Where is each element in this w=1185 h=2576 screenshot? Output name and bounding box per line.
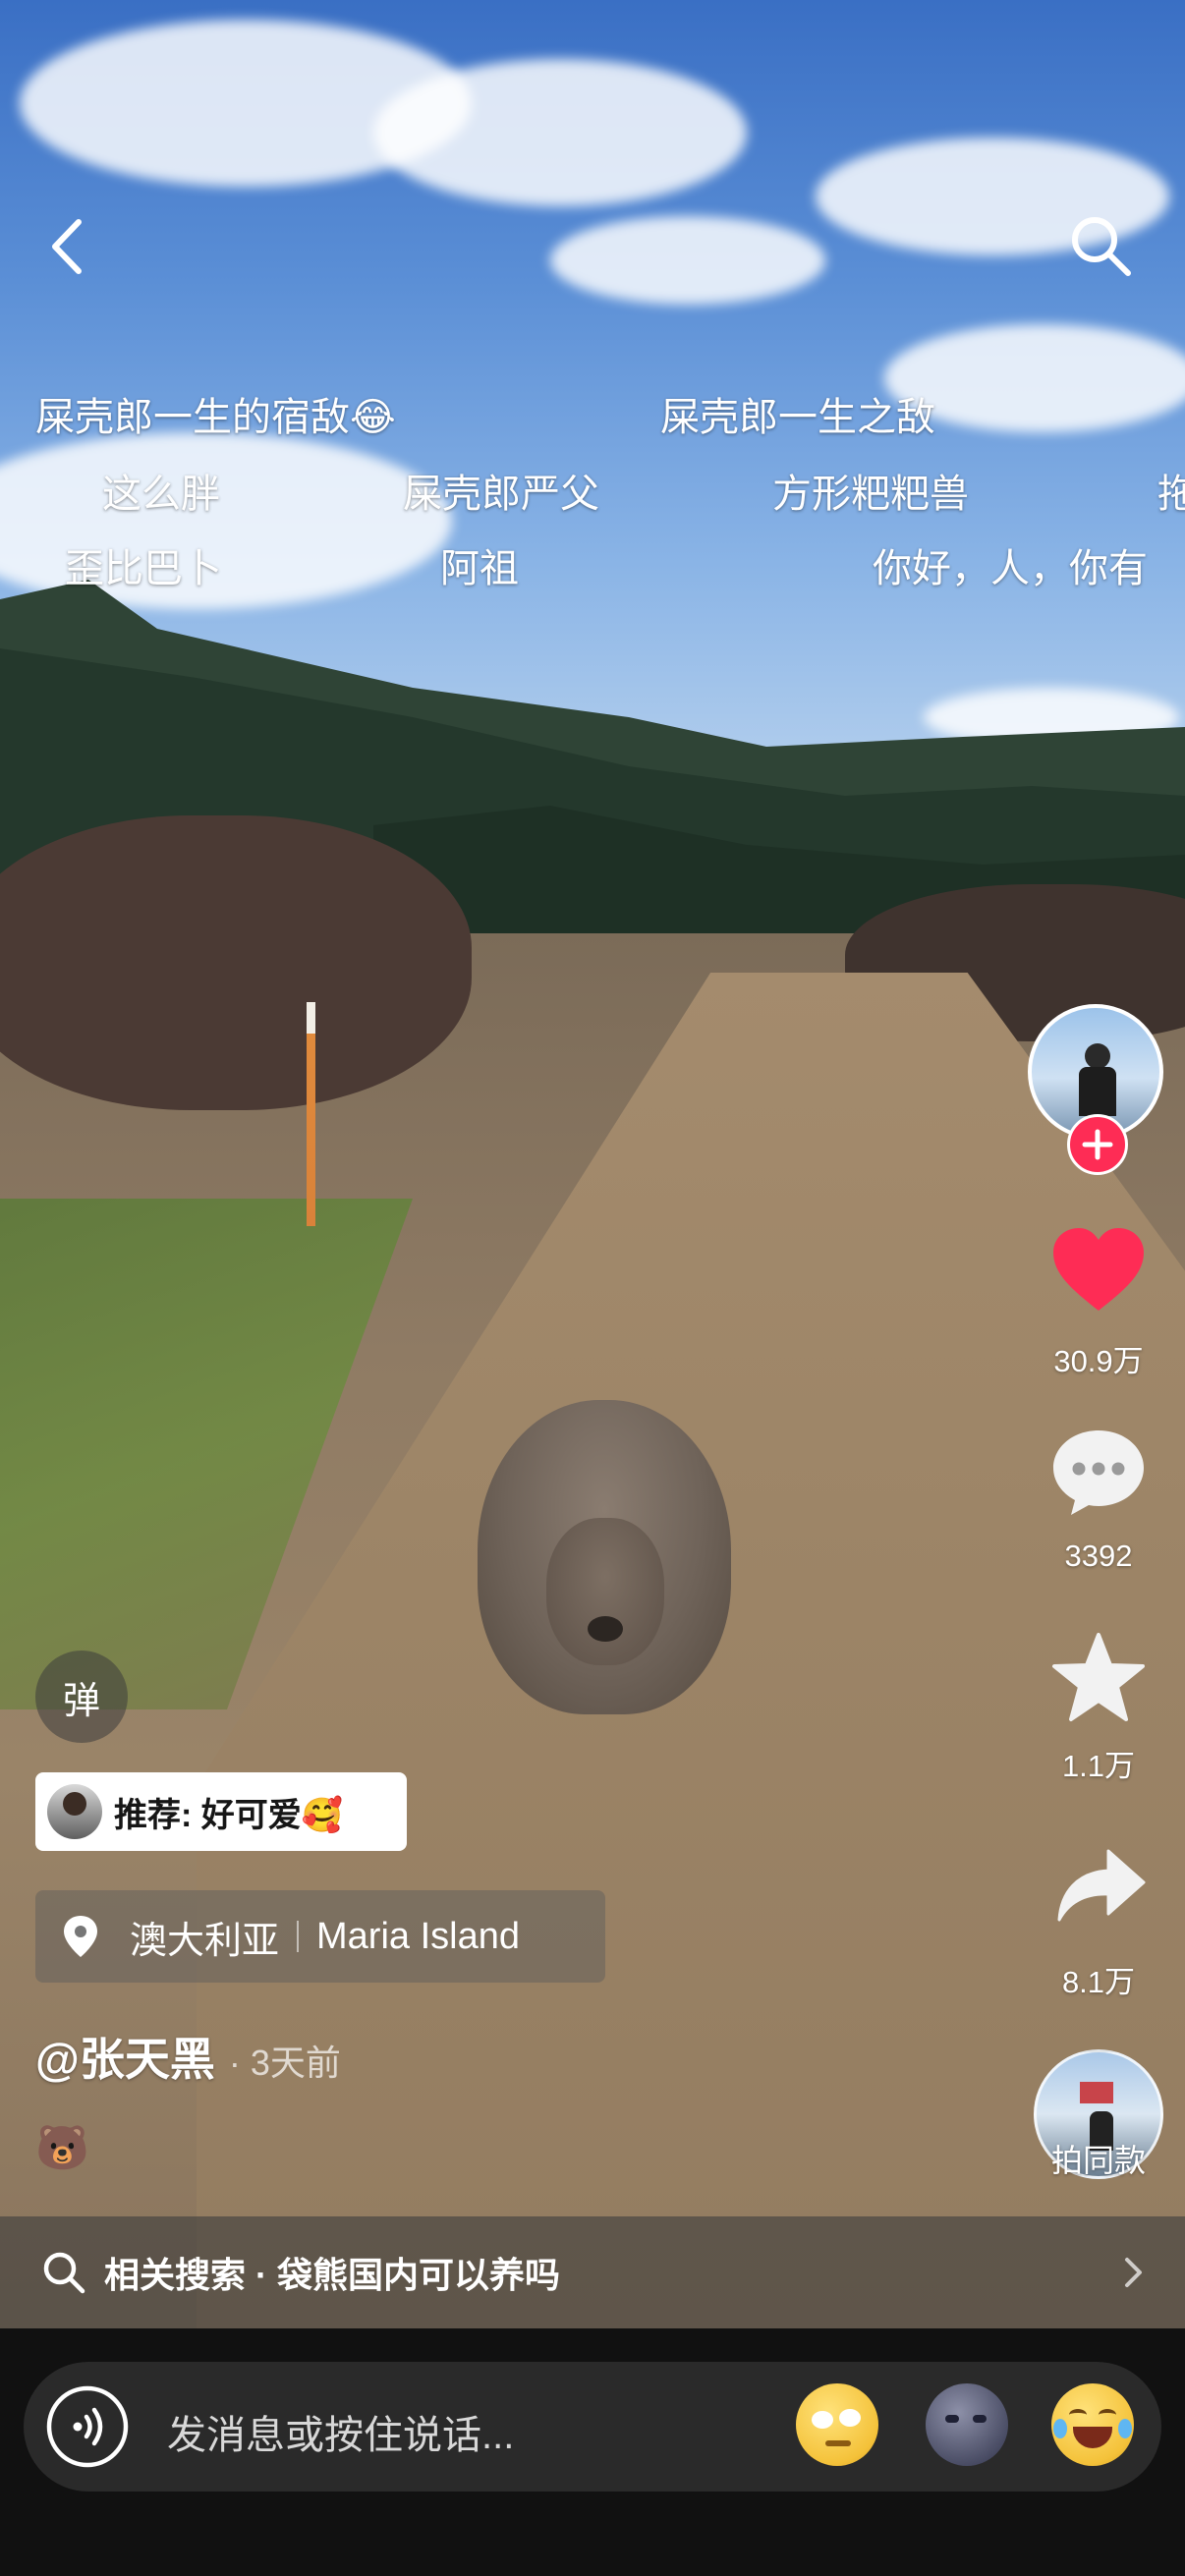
- danmu-comment: 这么胖: [102, 473, 220, 516]
- follow-button[interactable]: [1067, 1114, 1128, 1175]
- emoji-eye: [1069, 2409, 1087, 2421]
- emoji-eye: [1099, 2409, 1116, 2421]
- avatar-person-head: [1085, 1043, 1110, 1069]
- related-search-prefix: 相关搜索: [104, 2255, 247, 2295]
- moon-face-emoji-icon[interactable]: [926, 2383, 1008, 2466]
- emoji-mouth: [1073, 2427, 1112, 2448]
- tears-of-joy-emoji-icon[interactable]: [1051, 2383, 1134, 2466]
- video-caption: 🐻: [35, 2124, 89, 2172]
- favorite-count: 1.1万: [1061, 1749, 1136, 1783]
- search-small-icon: [43, 2252, 85, 2294]
- like-heart-icon[interactable]: [1049, 1226, 1148, 1315]
- danmu-comment: 拖: [1157, 473, 1185, 516]
- voice-input-icon[interactable]: [45, 2384, 130, 2469]
- wombat: [478, 1400, 731, 1714]
- emoji-mouth: [825, 2440, 851, 2446]
- back-icon[interactable]: [43, 216, 90, 277]
- comment-icon[interactable]: [1049, 1427, 1148, 1517]
- favorite-star-icon[interactable]: [1049, 1631, 1148, 1725]
- emoji-eye: [812, 2411, 833, 2429]
- emoji-eye: [839, 2409, 861, 2427]
- location-country: 澳大利亚: [130, 1920, 280, 1962]
- cloud: [550, 216, 825, 305]
- related-search-query: · 袋熊国内可以养吗: [255, 2255, 561, 2295]
- danmu-comment: 方形粑粑兽: [772, 473, 969, 516]
- location-divider: [297, 1921, 300, 1952]
- location-pin-icon: [64, 1916, 97, 1957]
- emoji-eye: [945, 2415, 959, 2423]
- plus-icon: [1082, 1129, 1113, 1160]
- emoji-tear: [1053, 2419, 1067, 2438]
- danmu-toggle-button[interactable]: 弹: [35, 1651, 128, 1743]
- danmu-toggle-label: 弹: [62, 1680, 100, 1722]
- eye-roll-emoji-icon[interactable]: [796, 2383, 878, 2466]
- danmu-comment: 你好，人，你有: [873, 547, 1148, 590]
- post-time: · 3天前: [228, 2043, 341, 2083]
- message-placeholder: 发消息或按住说话...: [167, 2414, 515, 2457]
- message-input-box[interactable]: 发消息或按住说话...: [24, 2362, 1161, 2492]
- danmu-comment: 歪比巴卜: [65, 547, 222, 590]
- danmu-comment: 屎壳郎严父: [403, 473, 599, 516]
- author-line: @张天黑 · 3天前: [35, 2024, 341, 2089]
- location-place: Maria Island: [316, 1915, 520, 1957]
- related-search-bar[interactable]: 相关搜索 · 袋熊国内可以养吗: [0, 2216, 1185, 2328]
- danmu-comment: 阿祖: [440, 547, 519, 590]
- flag-thumbnail: [1080, 2082, 1113, 2103]
- author-name[interactable]: @张天黑: [35, 2024, 215, 2089]
- location-tag[interactable]: 澳大利亚 Maria Island: [35, 1890, 605, 1983]
- search-icon[interactable]: [1067, 212, 1134, 279]
- share-arrow-icon[interactable]: [1055, 1847, 1148, 1926]
- chevron-right-icon: [1125, 2258, 1142, 2287]
- same-style-label: 拍同款: [1050, 2143, 1146, 2178]
- danmu-comment: 屎壳郎一生的宿敌😂: [35, 396, 396, 439]
- share-count: 8.1万: [1061, 1965, 1136, 1999]
- marker-post: [307, 1002, 315, 1226]
- avatar-person-body: [1079, 1067, 1116, 1116]
- wombat-face: [546, 1518, 664, 1665]
- recommender-avatar: [47, 1784, 102, 1839]
- recommend-tag[interactable]: 推荐: 好可爱🥰: [35, 1772, 407, 1851]
- danmu-comment: 屎壳郎一生之敌: [660, 396, 935, 439]
- shrub: [0, 815, 472, 1110]
- wombat-nose: [588, 1616, 623, 1642]
- recommend-label: 推荐: 好可爱🥰: [114, 1796, 344, 1834]
- emoji-tear: [1118, 2419, 1132, 2438]
- avatar-face: [63, 1792, 86, 1816]
- like-count: 30.9万: [1053, 1344, 1144, 1378]
- cloud: [373, 59, 747, 206]
- emoji-eye: [973, 2415, 987, 2423]
- comment-count: 3392: [1064, 1539, 1133, 1573]
